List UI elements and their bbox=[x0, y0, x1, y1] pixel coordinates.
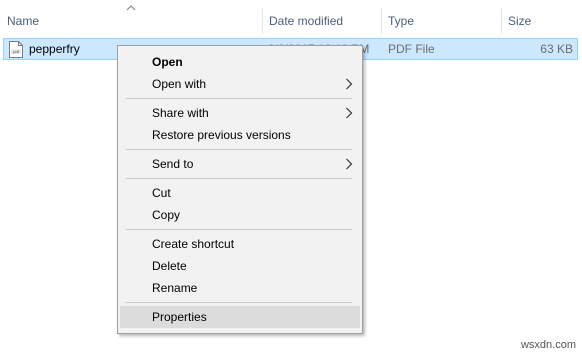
menu-item-rename[interactable]: Rename bbox=[120, 277, 360, 299]
chevron-right-icon bbox=[346, 78, 353, 90]
file-type: PDF File bbox=[388, 42, 435, 56]
file-name: pepperfry bbox=[29, 42, 80, 56]
menu-separator bbox=[126, 98, 352, 99]
menu-item-create-shortcut[interactable]: Create shortcut bbox=[120, 233, 360, 255]
menu-item-label: Send to bbox=[152, 157, 194, 171]
menu-item-open-with[interactable]: Open with bbox=[120, 73, 360, 95]
menu-item-label: Create shortcut bbox=[152, 237, 235, 251]
svg-text:pdf: pdf bbox=[13, 49, 19, 54]
menu-item-copy[interactable]: Copy bbox=[120, 204, 360, 226]
menu-item-label: Restore previous versions bbox=[152, 128, 291, 142]
pdf-file-icon: pdf bbox=[9, 41, 23, 58]
menu-separator bbox=[126, 149, 352, 150]
file-size: 63 KB bbox=[540, 42, 573, 56]
menu-item-label: Copy bbox=[152, 208, 181, 222]
menu-separator bbox=[126, 178, 352, 179]
menu-item-cut[interactable]: Cut bbox=[120, 182, 360, 204]
column-header-name[interactable]: Name bbox=[0, 12, 262, 30]
menu-item-label: Delete bbox=[152, 259, 187, 273]
chevron-right-icon bbox=[346, 107, 353, 119]
column-header-date-modified[interactable]: Date modified bbox=[262, 12, 381, 30]
menu-item-label: Open bbox=[152, 55, 183, 69]
menu-item-send-to[interactable]: Send to bbox=[120, 153, 360, 175]
menu-separator bbox=[126, 229, 352, 230]
context-menu: Open Open with Share with Restore previo… bbox=[117, 45, 363, 334]
menu-item-label: Open with bbox=[152, 77, 207, 91]
watermark: wsxdn.com bbox=[520, 339, 576, 351]
menu-item-label: Share with bbox=[152, 106, 209, 120]
chevron-right-icon bbox=[346, 158, 353, 170]
menu-item-delete[interactable]: Delete bbox=[120, 255, 360, 277]
menu-item-label: Cut bbox=[152, 186, 171, 200]
menu-separator bbox=[126, 302, 352, 303]
menu-item-properties[interactable]: Properties bbox=[120, 306, 360, 328]
menu-item-share-with[interactable]: Share with bbox=[120, 102, 360, 124]
menu-item-restore-previous-versions[interactable]: Restore previous versions bbox=[120, 124, 360, 146]
column-header-size[interactable]: Size bbox=[501, 12, 582, 30]
column-header-type[interactable]: Type bbox=[381, 12, 501, 30]
menu-item-open[interactable]: Open bbox=[120, 51, 360, 73]
menu-item-label: Rename bbox=[152, 281, 198, 295]
menu-item-label: Properties bbox=[152, 310, 207, 324]
column-header-row: Name Date modified Type Size bbox=[0, 0, 582, 38]
